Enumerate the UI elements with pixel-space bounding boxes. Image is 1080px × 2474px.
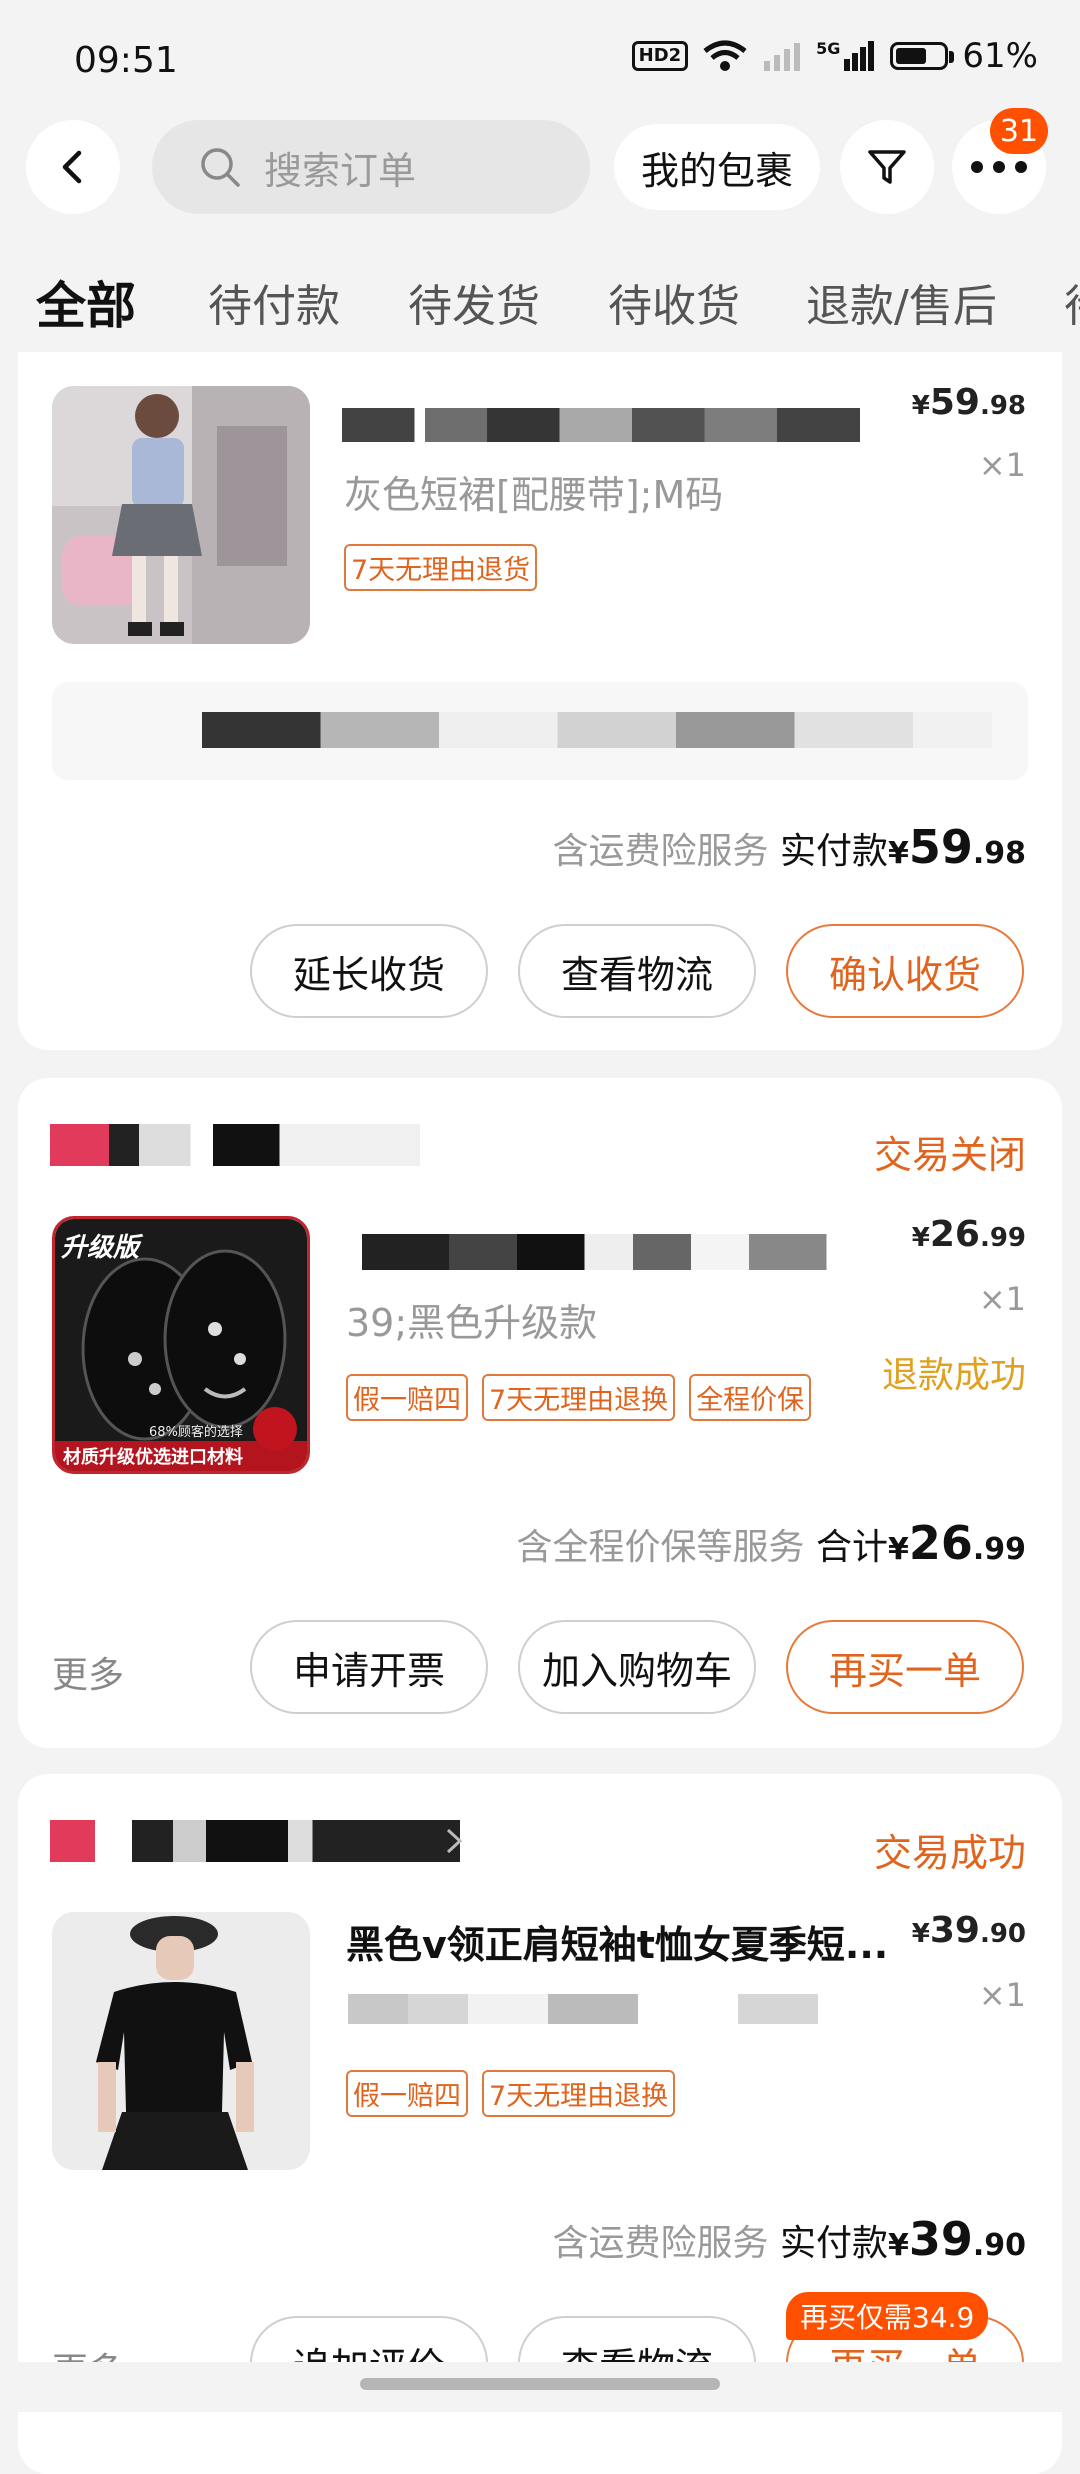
order-tabs: 全部 待付款 待发货 待收货 退款/售后 待 xyxy=(0,270,1080,350)
order-total: 含运费险服务 实付款¥39.90 xyxy=(552,2212,1026,2266)
request-invoice-button[interactable]: 申请开票 xyxy=(250,1620,488,1714)
total-service-note: 含全程价保等服务 xyxy=(516,1527,805,1568)
filter-button[interactable] xyxy=(840,120,934,214)
service-tag: 7天无理由退换 xyxy=(482,1374,676,1421)
product-title[interactable]: 黑色v领正肩短袖t恤女夏季短... xyxy=(346,1914,916,1969)
status-bar: 09:51 HD2 5G 61% xyxy=(0,0,1080,120)
product-sku-redacted xyxy=(348,1994,848,2024)
back-arrow-icon xyxy=(62,150,82,184)
extend-receipt-button[interactable]: 延长收货 xyxy=(250,924,488,1018)
tab-pending-payment[interactable]: 待付款 xyxy=(208,270,340,334)
product-image[interactable] xyxy=(52,1912,310,2170)
shop-name-redacted[interactable] xyxy=(50,1124,420,1166)
back-button[interactable] xyxy=(26,120,120,214)
wifi-icon xyxy=(703,40,747,71)
message-badge: 31 xyxy=(990,108,1048,154)
top-bar: 09:51 HD2 5G 61% 搜索订单 我的包裹 31 全部 待付款 待发货… xyxy=(0,0,1080,352)
filter-icon xyxy=(868,150,906,184)
search-icon xyxy=(201,148,240,187)
signal-5g-icon: 5G xyxy=(816,39,876,73)
service-tags: 假一赔四 7天无理由退换 全程价保 xyxy=(346,1374,825,1421)
service-tags: 假一赔四 7天无理由退换 xyxy=(346,2070,689,2117)
order-status: 交易成功 xyxy=(873,1831,1026,1875)
add-to-cart-button[interactable]: 加入购物车 xyxy=(518,1620,756,1714)
product-image[interactable] xyxy=(52,386,310,644)
image-label-mid: 68%顾客的选择 xyxy=(149,1425,243,1440)
unit-price: ¥26.99 xyxy=(911,1214,1026,1255)
image-label-bottom: 材质升级优选进口材料 xyxy=(63,1447,243,1468)
total-label: 合计 xyxy=(815,1527,888,1568)
service-tag: 假一赔四 xyxy=(346,2070,468,2117)
service-tag: 全程价保 xyxy=(689,1374,812,1421)
service-tag: 7天无理由退货 xyxy=(344,544,538,591)
status-time: 09:51 xyxy=(74,40,178,81)
more-link[interactable]: 更多 xyxy=(52,1646,124,1698)
total-label: 实付款 xyxy=(779,831,888,872)
product-title-redacted[interactable] xyxy=(342,408,860,442)
total-service-note: 含运费险服务 xyxy=(552,2223,769,2264)
product-sku: 灰色短裙[配腰带];M码 xyxy=(344,473,724,517)
service-tag: 假一赔四 xyxy=(346,1374,468,1421)
home-indicator[interactable] xyxy=(360,2378,720,2390)
battery-percent: 61% xyxy=(962,36,1038,76)
chevron-right-icon xyxy=(446,1828,463,1854)
buy-again-button[interactable]: 再买一单 xyxy=(786,1620,1024,1714)
product-photo-tshirt xyxy=(52,1912,310,2170)
shop-name-redacted[interactable] xyxy=(50,1820,460,1862)
product-photo-skirt xyxy=(52,386,310,644)
more-dots-icon xyxy=(971,161,1027,173)
status-icons: HD2 5G 61% xyxy=(631,36,1038,76)
logistics-info-redacted[interactable] xyxy=(52,682,1028,780)
total-service-note: 含运费险服务 xyxy=(552,831,769,872)
confirm-receipt-button[interactable]: 确认收货 xyxy=(786,924,1024,1018)
order-status: 交易关闭 xyxy=(873,1133,1026,1177)
tab-refund-aftersale[interactable]: 退款/售后 xyxy=(806,270,997,334)
order-card: 灰色短裙[配腰带];M码 7天无理由退货 ¥59.98 ×1 含运费险服务 实付… xyxy=(18,352,1062,1050)
service-tag: 7天无理由退换 xyxy=(482,2070,676,2117)
product-image[interactable]: 升级版 68%顾客的选择 材质升级优选进口材料 xyxy=(52,1216,310,1474)
quantity: ×1 xyxy=(978,1280,1026,1318)
order-total: 含运费险服务 实付款¥59.98 xyxy=(552,820,1026,874)
refund-status: 退款成功 xyxy=(881,1355,1026,1396)
unit-price: ¥59.98 xyxy=(911,382,1026,423)
rebuy-price-tip: 再买仅需34.9 xyxy=(786,2292,989,2340)
product-sku: 39;黑色升级款 xyxy=(346,1301,598,1345)
tab-pending-review[interactable]: 待 xyxy=(1064,270,1080,334)
tab-pending-receipt[interactable]: 待收货 xyxy=(608,270,740,334)
view-logistics-button[interactable]: 查看物流 xyxy=(518,924,756,1018)
tab-all[interactable]: 全部 xyxy=(36,266,136,338)
header-nav: 搜索订单 我的包裹 31 xyxy=(0,108,1080,220)
total-label: 实付款 xyxy=(779,2223,888,2264)
order-total: 含全程价保等服务 合计¥26.99 xyxy=(516,1516,1026,1570)
signal-weak-icon xyxy=(764,43,801,71)
image-label-top: 升级版 xyxy=(61,1233,140,1263)
my-packages-button[interactable]: 我的包裹 xyxy=(614,124,820,210)
unit-price: ¥39.90 xyxy=(911,1910,1026,1951)
hd-icon: HD2 xyxy=(631,41,689,71)
search-input[interactable]: 搜索订单 xyxy=(152,120,590,214)
search-placeholder: 搜索订单 xyxy=(264,148,417,193)
quantity: ×1 xyxy=(978,1976,1026,2014)
service-tags: 7天无理由退货 xyxy=(344,544,551,591)
order-card: 交易关闭 升级版 68%顾客的选择 材质升级优选进口材料 39;黑色升级款 假一… xyxy=(18,1078,1062,1748)
quantity: ×1 xyxy=(978,446,1026,484)
tab-pending-shipment[interactable]: 待发货 xyxy=(408,270,540,334)
product-title-redacted[interactable] xyxy=(362,1234,846,1270)
battery-icon xyxy=(890,42,955,70)
